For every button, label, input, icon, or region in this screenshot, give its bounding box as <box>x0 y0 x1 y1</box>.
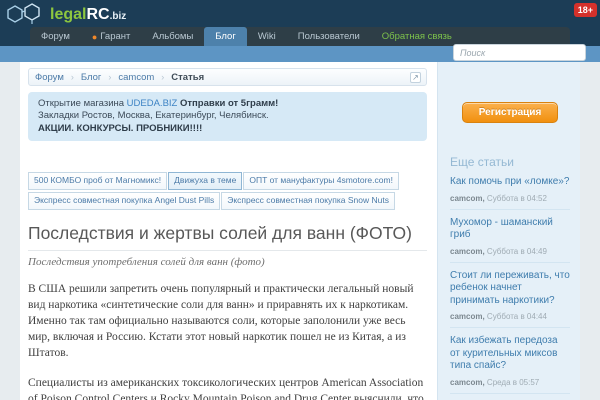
page: legalRC.biz 18+ Форум ●Гарант Альбомы Бл… <box>0 0 600 400</box>
promo-line-1: Открытие магазина UDEDA.BIZ Отправки от … <box>38 98 417 110</box>
sidebar-article-meta: camcom, Среда в 05:57 <box>450 378 570 387</box>
breadcrumb-forum[interactable]: Форум <box>35 72 64 83</box>
breadcrumb-author[interactable]: camcom <box>118 72 154 83</box>
header: legalRC.biz 18+ Форум ●Гарант Альбомы Бл… <box>0 0 600 46</box>
article-paragraph: Специалисты из американских токсикологич… <box>28 375 427 400</box>
nav-feedback[interactable]: Обратная связь <box>371 27 463 46</box>
sidebar-article: Как помочь при «ломке»? camcom, Суббота … <box>450 169 570 210</box>
nav-albums[interactable]: Альбомы <box>141 27 204 46</box>
breadcrumb: Форум › Блог › camcom › Статья ↗ <box>28 68 427 86</box>
article-paragraph: В США решили запретить очень популярный … <box>28 281 427 361</box>
promo-line-2: Закладки Ростов, Москва, Екатеринбург, Ч… <box>38 110 417 122</box>
tag-chip[interactable]: Экспресс совместная покупка Snow Nuts <box>221 192 395 210</box>
nav-wiki[interactable]: Wiki <box>247 27 287 46</box>
breadcrumb-blog[interactable]: Блог <box>81 72 102 83</box>
share-icon[interactable]: ↗ <box>410 72 421 83</box>
divider <box>28 250 427 251</box>
shield-icon: ● <box>92 32 97 42</box>
sidebar-article-link[interactable]: Как избежать передоза от курительных мик… <box>450 335 570 373</box>
article-subtitle: Последствия употребления солей для ванн … <box>28 256 427 268</box>
tag-links: 500 КОМБО проб от Магномикс!Движуха в те… <box>28 172 427 212</box>
nav-forum[interactable]: Форум <box>30 27 81 46</box>
content-wrap: Форум › Блог › camcom › Статья ↗ Открытие м… <box>20 62 580 400</box>
sidebar-article: Стоит ли переживать, что ребенок начнет … <box>450 263 570 329</box>
search-input[interactable] <box>453 44 586 61</box>
promo-notice: Открытие магазина UDEDA.BIZ Отправки от … <box>28 92 427 141</box>
nav-garant[interactable]: ●Гарант <box>81 27 142 46</box>
molecule-hexagons-icon <box>6 2 46 28</box>
sidebar-article-meta: camcom, Суббота в 04:49 <box>450 247 570 256</box>
breadcrumb-current: Статья <box>171 72 204 83</box>
site-logo[interactable]: legalRC.biz <box>6 2 126 28</box>
sidebar-article: Как отказаться от конопли? Как бросить к… <box>450 394 570 400</box>
nav-blog[interactable]: Блог <box>204 27 247 46</box>
tag-chip[interactable]: Движуха в теме <box>168 172 242 190</box>
logo-text: legalRC.biz <box>50 6 126 24</box>
tag-chip[interactable]: 500 КОМБО проб от Магномикс! <box>28 172 167 190</box>
sidebar-article: Мухомор - шаманский гриб camcom, Суббота… <box>450 210 570 263</box>
promo-line-3: АКЦИИ. КОНКУРСЫ. ПРОБНИКИ!!!! <box>38 123 417 135</box>
sidebar-title: Еще статьи <box>450 155 570 169</box>
sidebar-article-meta: camcom, Суббота в 04:44 <box>450 312 570 321</box>
article-title: Последствия и жертвы солей для ванн (ФОТ… <box>28 223 427 244</box>
nav-users[interactable]: Пользователи <box>287 27 371 46</box>
tag-chip[interactable]: ОПТ от мануфактуры 4smotore.com! <box>243 172 399 190</box>
tag-chip[interactable]: Экспресс совместная покупка Angel Dust P… <box>28 192 220 210</box>
main-column: Форум › Блог › camcom › Статья ↗ Открытие м… <box>20 62 437 400</box>
breadcrumb-separator: › <box>71 72 74 82</box>
sidebar-article-link[interactable]: Как помочь при «ломке»? <box>450 176 570 189</box>
age-badge: 18+ <box>574 3 597 17</box>
sidebar: Регистрация Еще статьи Как помочь при «л… <box>437 62 580 400</box>
promo-link[interactable]: UDEDA.BIZ <box>127 98 178 109</box>
sidebar-article-meta: camcom, Суббота в 04:52 <box>450 194 570 203</box>
breadcrumb-separator: › <box>108 72 111 82</box>
breadcrumb-separator: › <box>161 72 164 82</box>
sidebar-article: Как избежать передоза от курительных мик… <box>450 328 570 394</box>
sidebar-article-link[interactable]: Мухомор - шаманский гриб <box>450 217 570 242</box>
sidebar-article-link[interactable]: Стоит ли переживать, что ребенок начнет … <box>450 270 570 308</box>
register-button[interactable]: Регистрация <box>462 102 558 123</box>
